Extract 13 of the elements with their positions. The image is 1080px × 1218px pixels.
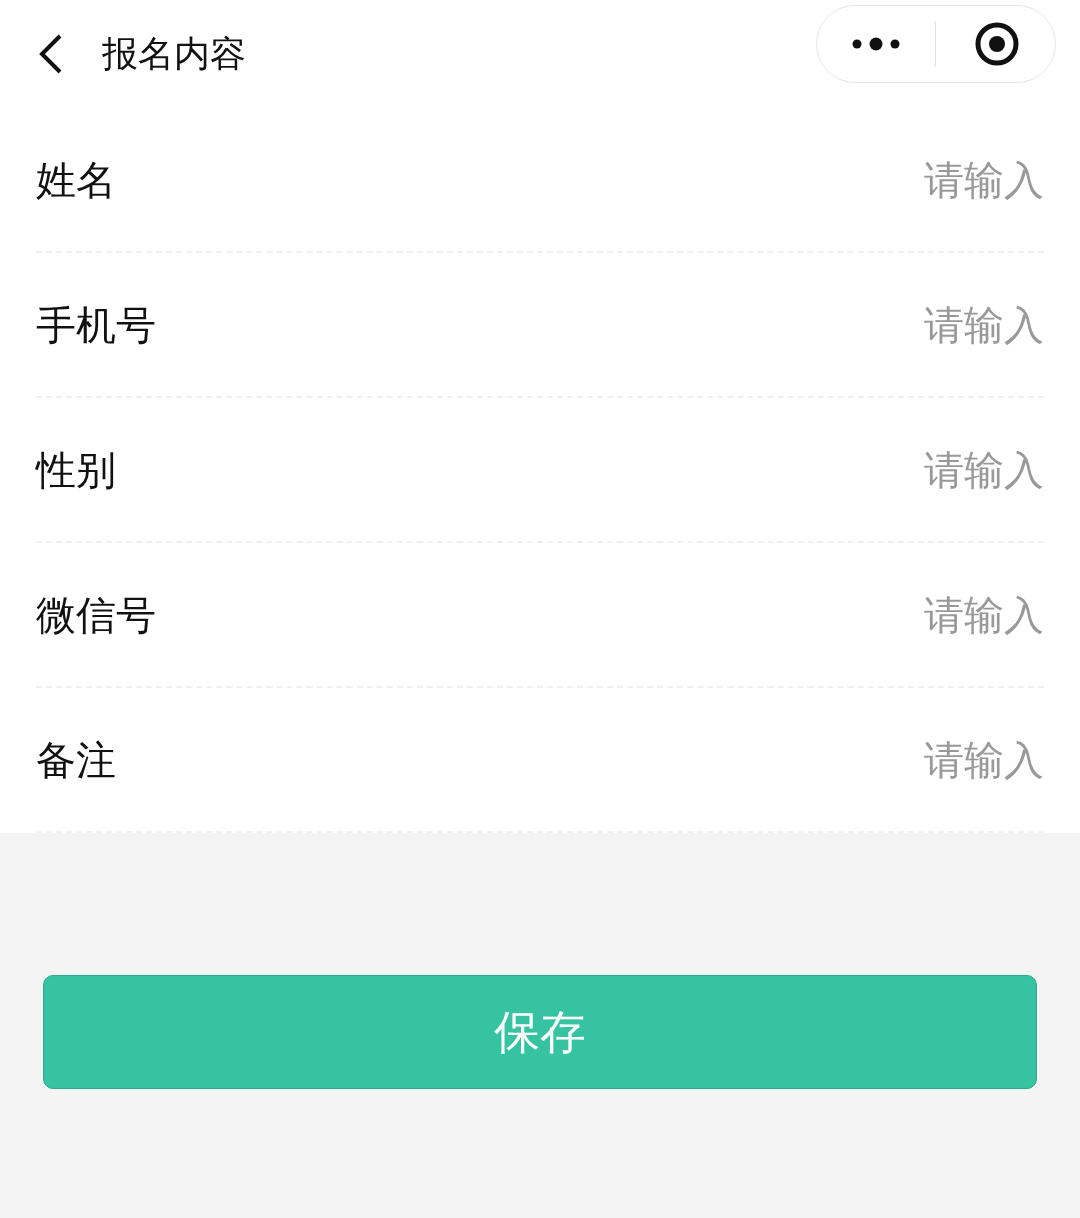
field-label: 性别 [36,445,116,495]
input-field[interactable]: 请输入 [176,579,1044,650]
input-field[interactable]: 请输入 [136,724,1044,795]
input-field[interactable]: 请输入 [136,144,1044,215]
field-label: 备注 [36,735,116,785]
input-field[interactable]: 请输入 [136,434,1044,505]
save-button[interactable]: 保存 [43,975,1037,1089]
field-label: 微信号 [36,590,156,640]
more-icon[interactable] [851,37,901,51]
page-title: 报名内容 [102,32,246,76]
field-label: 姓名 [36,155,116,205]
input-field[interactable]: 请输入 [176,289,1044,360]
field-label: 手机号 [36,300,156,350]
